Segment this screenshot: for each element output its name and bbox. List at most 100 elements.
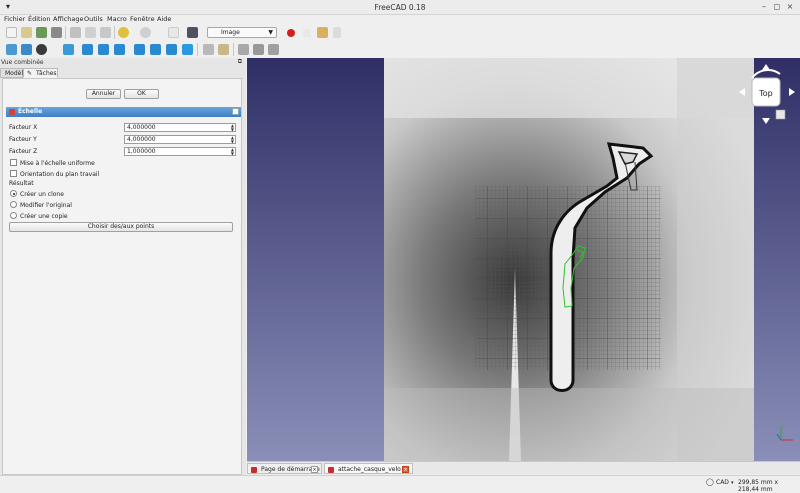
spin-arrows-icon[interactable]: ▲ ▼ <box>231 148 234 156</box>
factor-z-label: Facteur Z <box>9 148 38 155</box>
group-icon[interactable] <box>218 44 229 55</box>
print-icon[interactable] <box>51 27 62 38</box>
close-tab-icon[interactable]: × <box>402 466 409 473</box>
fit-selection-icon[interactable] <box>21 44 32 55</box>
tasks-icon: ✎ <box>27 70 33 77</box>
redo-icon[interactable] <box>140 27 151 38</box>
dimensions-readout: 299,85 mm x 218,44 mm <box>738 479 779 493</box>
scale-section-title: Échelle <box>18 108 43 115</box>
chevron-down-icon: ▾ <box>731 480 734 486</box>
close-icon[interactable]: × <box>785 2 795 12</box>
whats-this-icon[interactable] <box>187 27 198 38</box>
scale-section-header: Échelle <box>6 107 241 117</box>
run-macro-icon[interactable] <box>333 27 341 38</box>
view-front-icon[interactable] <box>82 44 93 55</box>
tab-taches-label: Tâches <box>36 70 57 77</box>
3d-scene[interactable]: Top <box>247 58 800 461</box>
tab-taches[interactable]: ✎ Tâches <box>23 68 58 78</box>
uniform-scale-label: Mise à l'échelle uniforme <box>20 160 95 167</box>
combo-view: Vue combinée ⧉ Modèle ✎ Tâches Annuler O… <box>0 58 246 489</box>
paste-icon[interactable] <box>100 27 111 38</box>
new-document-icon[interactable] <box>6 27 17 38</box>
save-icon[interactable] <box>36 27 47 38</box>
view-bottom-icon[interactable] <box>150 44 161 55</box>
chevron-down-icon: ▼ <box>268 29 273 36</box>
copy-icon[interactable] <box>85 27 96 38</box>
menu-outils[interactable]: Outils <box>84 15 103 23</box>
pick-points-button[interactable]: Choisir des/aux points <box>9 222 233 232</box>
modify-original-label: Modifier l'original <box>20 202 72 209</box>
view-left-icon[interactable] <box>166 44 177 55</box>
create-copy-radio[interactable] <box>10 212 17 219</box>
tab-start-page[interactable]: Page de démarrage × <box>247 463 322 474</box>
menu-affichage[interactable]: Affichage <box>53 15 84 23</box>
measure-icon[interactable] <box>182 44 193 55</box>
working-plane-checkbox[interactable] <box>10 170 17 177</box>
open-icon[interactable] <box>21 27 32 38</box>
view-rear-icon[interactable] <box>134 44 145 55</box>
status-bar: ◯ CAD ▾ 299,85 mm x 218,44 mm <box>0 475 800 493</box>
part-icon[interactable] <box>203 44 214 55</box>
window-title: FreeCAD 0.18 <box>374 3 426 12</box>
draw-style-icon[interactable] <box>36 44 47 55</box>
workbench-selector[interactable]: Image ▼ <box>207 27 277 38</box>
document-tabs: Page de démarrage × attache_casque_velo … <box>247 461 800 484</box>
close-tab-icon[interactable]: × <box>311 466 318 473</box>
view-top-icon[interactable] <box>98 44 109 55</box>
create-copy-label: Créer une copie <box>20 213 68 220</box>
fit-all-icon[interactable] <box>6 44 17 55</box>
uniform-scale-checkbox[interactable] <box>10 159 17 166</box>
cut-icon[interactable] <box>70 27 81 38</box>
macro-editor-icon[interactable] <box>317 27 328 38</box>
create-clone-radio[interactable] <box>10 190 17 197</box>
factor-x-label: Facteur X <box>9 124 38 131</box>
factor-y-value: 4,000000 <box>127 136 156 143</box>
factor-y-input[interactable]: 4,000000 ▲ ▼ <box>124 135 236 144</box>
image-tracing-icon[interactable] <box>268 44 279 55</box>
menu-fichier[interactable]: Fichier <box>4 15 25 23</box>
3d-viewport[interactable]: Top <box>247 58 800 461</box>
tab-document[interactable]: attache_casque_velo : 1* × <box>324 463 413 484</box>
refresh-icon[interactable] <box>168 27 179 38</box>
workbench-label: Image <box>221 29 240 36</box>
result-label: Résultat <box>9 180 34 187</box>
collapse-icon[interactable] <box>232 108 239 115</box>
spin-arrows-icon[interactable]: ▲ ▼ <box>231 136 234 144</box>
cancel-button[interactable]: Annuler <box>86 89 121 99</box>
undo-icon[interactable] <box>118 27 129 38</box>
freecad-icon <box>328 467 334 473</box>
view-right-icon[interactable] <box>114 44 125 55</box>
tab-modele[interactable]: Modèle <box>0 68 27 78</box>
stop-macro-icon[interactable] <box>303 29 311 37</box>
create-clone-label: Créer un clone <box>20 191 64 198</box>
undock-icon[interactable]: ⧉ <box>238 58 242 66</box>
combo-view-header: Vue combinée ⧉ <box>0 58 246 67</box>
image-scale-icon[interactable] <box>253 44 264 55</box>
maximize-icon[interactable]: ◻ <box>772 2 782 12</box>
freecad-icon <box>251 467 257 473</box>
title-bar: ▾ FreeCAD 0.18 – ◻ × <box>0 0 800 15</box>
minimize-icon[interactable]: – <box>759 2 769 12</box>
spin-arrows-icon[interactable]: ▲ ▼ <box>231 124 234 132</box>
navigation-style[interactable]: CAD <box>716 479 729 486</box>
toolbar-file: Image ▼ <box>0 24 800 41</box>
factor-z-value: 1,000000 <box>127 148 156 155</box>
factor-x-input[interactable]: 4,000000 ▲ ▼ <box>124 123 236 132</box>
ok-button[interactable]: OK <box>124 89 159 99</box>
record-macro-icon[interactable] <box>287 29 295 37</box>
task-panel: Annuler OK Échelle Facteur X 4,000000 ▲ ▼… <box>2 78 242 475</box>
modify-original-radio[interactable] <box>10 201 17 208</box>
menu-macro[interactable]: Macro <box>107 15 127 23</box>
menu-aide[interactable]: Aide <box>157 15 171 23</box>
factor-z-input[interactable]: 1,000000 ▲ ▼ <box>124 147 236 156</box>
image-plane-icon[interactable] <box>238 44 249 55</box>
factor-x-value: 4,000000 <box>127 124 156 131</box>
view-isometric-icon[interactable] <box>63 44 74 55</box>
working-plane-label: Orientation du plan travail <box>20 171 100 178</box>
factor-y-label: Facteur Y <box>9 136 37 143</box>
menu-edition[interactable]: Édition <box>28 15 51 23</box>
navicube-face-label: Top <box>758 89 773 98</box>
combo-view-title: Vue combinée <box>1 59 44 66</box>
scale-icon <box>9 109 15 115</box>
menu-fenetre[interactable]: Fenêtre <box>130 15 155 23</box>
